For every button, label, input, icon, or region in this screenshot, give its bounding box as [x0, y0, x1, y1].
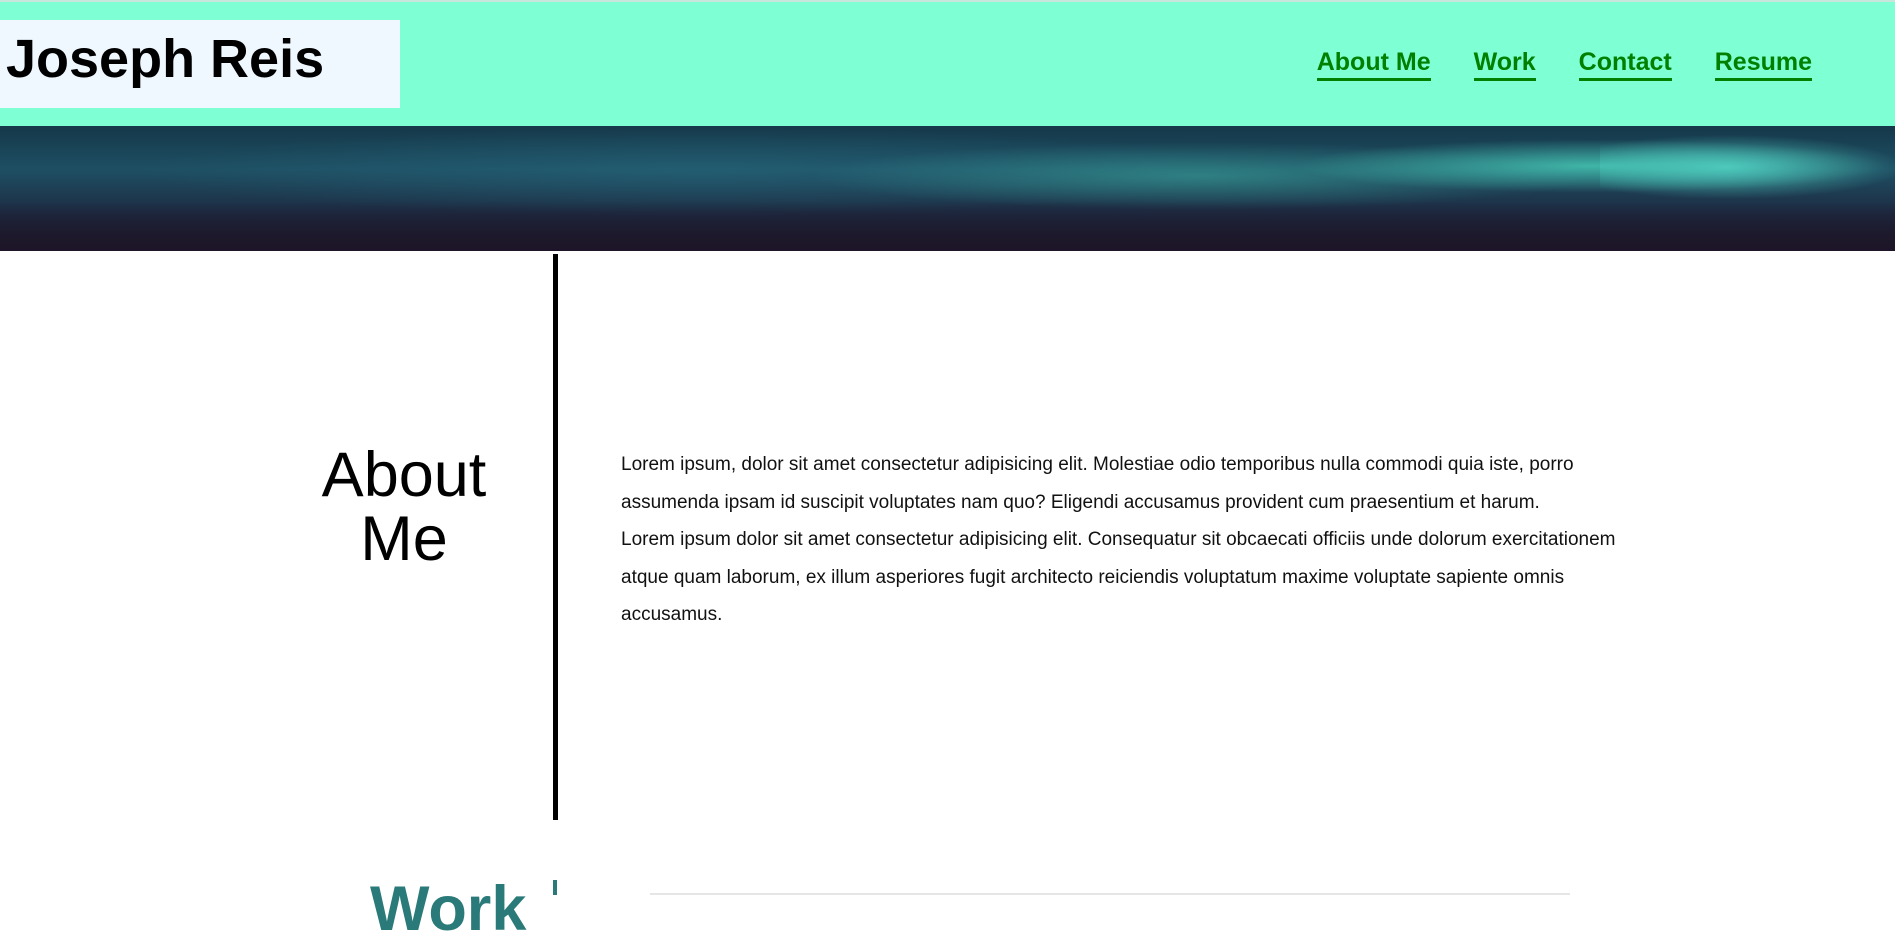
site-header: Joseph Reis About Me Work Contact Resume	[0, 2, 1895, 126]
hero-shadow	[0, 201, 1895, 251]
about-heading-line1: About	[321, 440, 487, 510]
brand-box: Joseph Reis	[0, 20, 400, 108]
section-divider	[553, 254, 558, 820]
main-nav: About Me Work Contact Resume	[1316, 48, 1812, 81]
about-paragraph-1: Lorem ipsum, dolor sit amet consectetur …	[621, 454, 1574, 513]
work-heading: Work	[370, 874, 527, 944]
about-text: Lorem ipsum, dolor sit amet consectetur …	[621, 446, 1621, 634]
about-paragraph-2: Lorem ipsum dolor sit amet consectetur a…	[621, 529, 1616, 626]
nav-link-work[interactable]: Work	[1473, 48, 1536, 81]
about-heading-line2: Me	[360, 504, 448, 574]
hero-glow	[1600, 132, 1895, 202]
nav-link-resume[interactable]: Resume	[1714, 48, 1812, 81]
about-heading: About Me	[260, 443, 548, 571]
hero-banner-image	[0, 126, 1895, 251]
nav-link-contact[interactable]: Contact	[1578, 48, 1672, 81]
work-section-divider	[553, 880, 557, 895]
about-section: About Me Lorem ipsum, dolor sit amet cons…	[0, 251, 1895, 821]
nav-link-about-me[interactable]: About Me	[1316, 48, 1431, 81]
site-title: Joseph Reis	[6, 29, 325, 89]
